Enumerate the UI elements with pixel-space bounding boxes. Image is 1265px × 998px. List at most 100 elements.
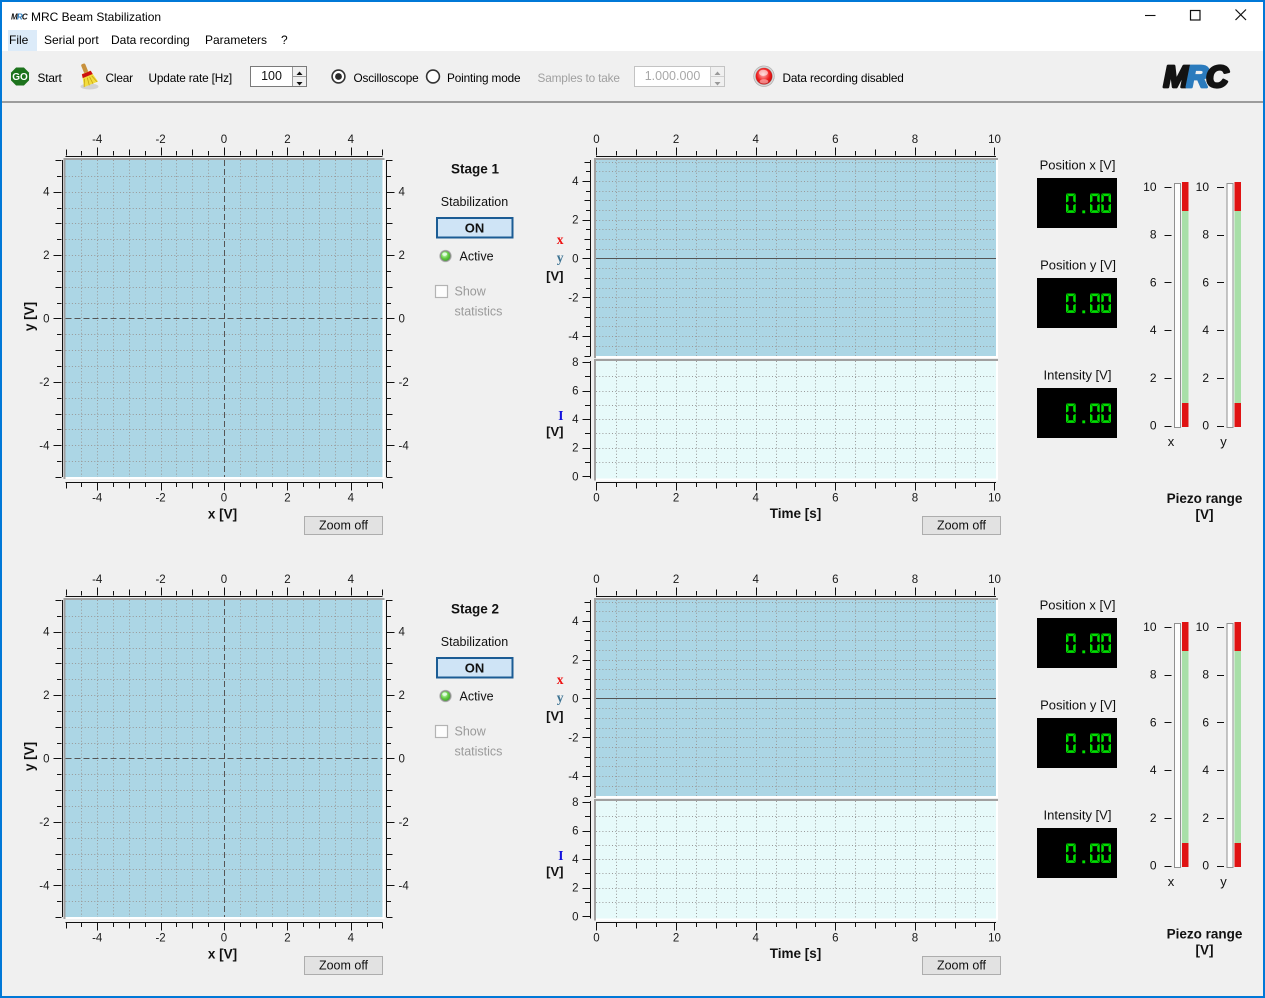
svg-text:6: 6: [572, 826, 578, 838]
svg-text:4: 4: [1150, 763, 1157, 777]
svg-text:4: 4: [348, 574, 355, 586]
svg-text:0: 0: [593, 493, 599, 505]
svg-text:4: 4: [752, 933, 759, 945]
svg-text:0: 0: [221, 493, 227, 505]
svg-text:Stage 1: Stage 1: [451, 162, 500, 177]
svg-text:4: 4: [43, 187, 50, 199]
svg-text:6: 6: [1202, 715, 1209, 729]
svg-text:ON: ON: [465, 661, 485, 676]
svg-text:4: 4: [752, 134, 759, 146]
svg-text:-4: -4: [92, 134, 103, 146]
svg-text:2: 2: [673, 134, 679, 146]
svg-text:2: 2: [572, 655, 578, 667]
svg-text:x: x: [557, 232, 564, 247]
svg-text:4: 4: [572, 616, 579, 628]
svg-text:4: 4: [752, 574, 759, 586]
svg-text:-2: -2: [568, 292, 578, 304]
svg-text:-4: -4: [39, 440, 50, 452]
svg-text:ON: ON: [465, 221, 485, 236]
svg-text:y [V]: y [V]: [22, 742, 37, 771]
svg-text:8: 8: [1150, 668, 1157, 682]
svg-text:4: 4: [572, 176, 579, 188]
svg-text:4: 4: [348, 493, 355, 505]
svg-text:10: 10: [1143, 620, 1157, 634]
svg-text:[V]: [V]: [1196, 507, 1214, 522]
svg-text:0: 0: [593, 933, 599, 945]
svg-text:10: 10: [1143, 180, 1157, 194]
svg-text:-2: -2: [155, 134, 165, 146]
svg-text:2: 2: [43, 690, 49, 702]
svg-text:0: 0: [1202, 859, 1209, 873]
svg-text:6: 6: [1150, 275, 1157, 289]
svg-text:Position x [V]: Position x [V]: [1040, 158, 1116, 173]
svg-text:Stabilization: Stabilization: [441, 195, 508, 209]
svg-text:x [V]: x [V]: [208, 507, 237, 522]
svg-text:Zoom off: Zoom off: [937, 519, 987, 533]
svg-text:x: x: [1168, 434, 1175, 449]
svg-text:I: I: [558, 408, 563, 423]
svg-text:0: 0: [399, 754, 405, 766]
svg-text:4: 4: [348, 134, 355, 146]
svg-text:y [V]: y [V]: [22, 302, 37, 331]
svg-text:4: 4: [752, 493, 759, 505]
svg-text:4: 4: [1202, 763, 1209, 777]
svg-text:y: y: [1220, 434, 1227, 449]
svg-text:8: 8: [912, 574, 918, 586]
svg-text:-4: -4: [399, 440, 410, 452]
svg-text:0: 0: [399, 314, 405, 326]
svg-text:2: 2: [1202, 811, 1209, 825]
svg-text:Zoom off: Zoom off: [319, 519, 369, 533]
svg-text:10: 10: [988, 134, 1001, 146]
svg-text:0: 0: [572, 911, 578, 923]
svg-text:0: 0: [593, 134, 599, 146]
svg-text:8: 8: [572, 357, 578, 369]
svg-text:2: 2: [572, 215, 578, 227]
svg-text:-2: -2: [39, 817, 49, 829]
svg-text:-2: -2: [155, 933, 165, 945]
svg-text:-2: -2: [568, 732, 578, 744]
svg-text:2: 2: [284, 574, 290, 586]
svg-text:8: 8: [912, 933, 918, 945]
svg-text:8: 8: [1202, 668, 1209, 682]
svg-text:4: 4: [1202, 323, 1209, 337]
svg-text:0: 0: [1202, 419, 1209, 433]
svg-text:-4: -4: [92, 574, 103, 586]
svg-text:6: 6: [1202, 275, 1209, 289]
svg-text:0: 0: [1150, 419, 1157, 433]
svg-text:4: 4: [43, 627, 50, 639]
svg-text:-2: -2: [399, 817, 409, 829]
svg-text:[V]: [V]: [546, 269, 563, 284]
svg-text:-4: -4: [92, 493, 103, 505]
svg-text:0: 0: [593, 574, 599, 586]
svg-text:Show: Show: [455, 725, 487, 739]
svg-text:-2: -2: [399, 377, 409, 389]
svg-text:8: 8: [912, 493, 918, 505]
svg-text:-2: -2: [155, 574, 165, 586]
svg-text:y: y: [1220, 874, 1227, 889]
svg-text:Stage 2: Stage 2: [451, 602, 499, 617]
svg-text:2: 2: [43, 250, 49, 262]
svg-text:Active: Active: [460, 690, 494, 704]
svg-text:2: 2: [673, 574, 679, 586]
svg-text:2: 2: [572, 883, 578, 895]
svg-text:Zoom off: Zoom off: [319, 959, 369, 973]
svg-text:4: 4: [572, 414, 579, 426]
svg-text:10: 10: [1196, 620, 1210, 634]
svg-text:2: 2: [572, 443, 578, 455]
svg-text:2: 2: [284, 134, 290, 146]
svg-text:2: 2: [399, 690, 405, 702]
svg-text:0: 0: [43, 754, 49, 766]
svg-text:6: 6: [1150, 715, 1157, 729]
svg-text:Time [s]: Time [s]: [770, 946, 822, 961]
svg-text:Active: Active: [460, 250, 494, 264]
svg-text:-4: -4: [568, 771, 579, 783]
svg-text:0: 0: [1150, 859, 1157, 873]
svg-text:10: 10: [988, 574, 1001, 586]
svg-text:Intensity [V]: Intensity [V]: [1044, 808, 1112, 823]
svg-text:4: 4: [399, 187, 406, 199]
svg-text:Position y [V]: Position y [V]: [1040, 698, 1116, 713]
svg-text:4: 4: [572, 854, 579, 866]
svg-text:2: 2: [399, 250, 405, 262]
svg-text:Stabilization: Stabilization: [441, 635, 508, 649]
svg-text:[V]: [V]: [1196, 943, 1214, 958]
